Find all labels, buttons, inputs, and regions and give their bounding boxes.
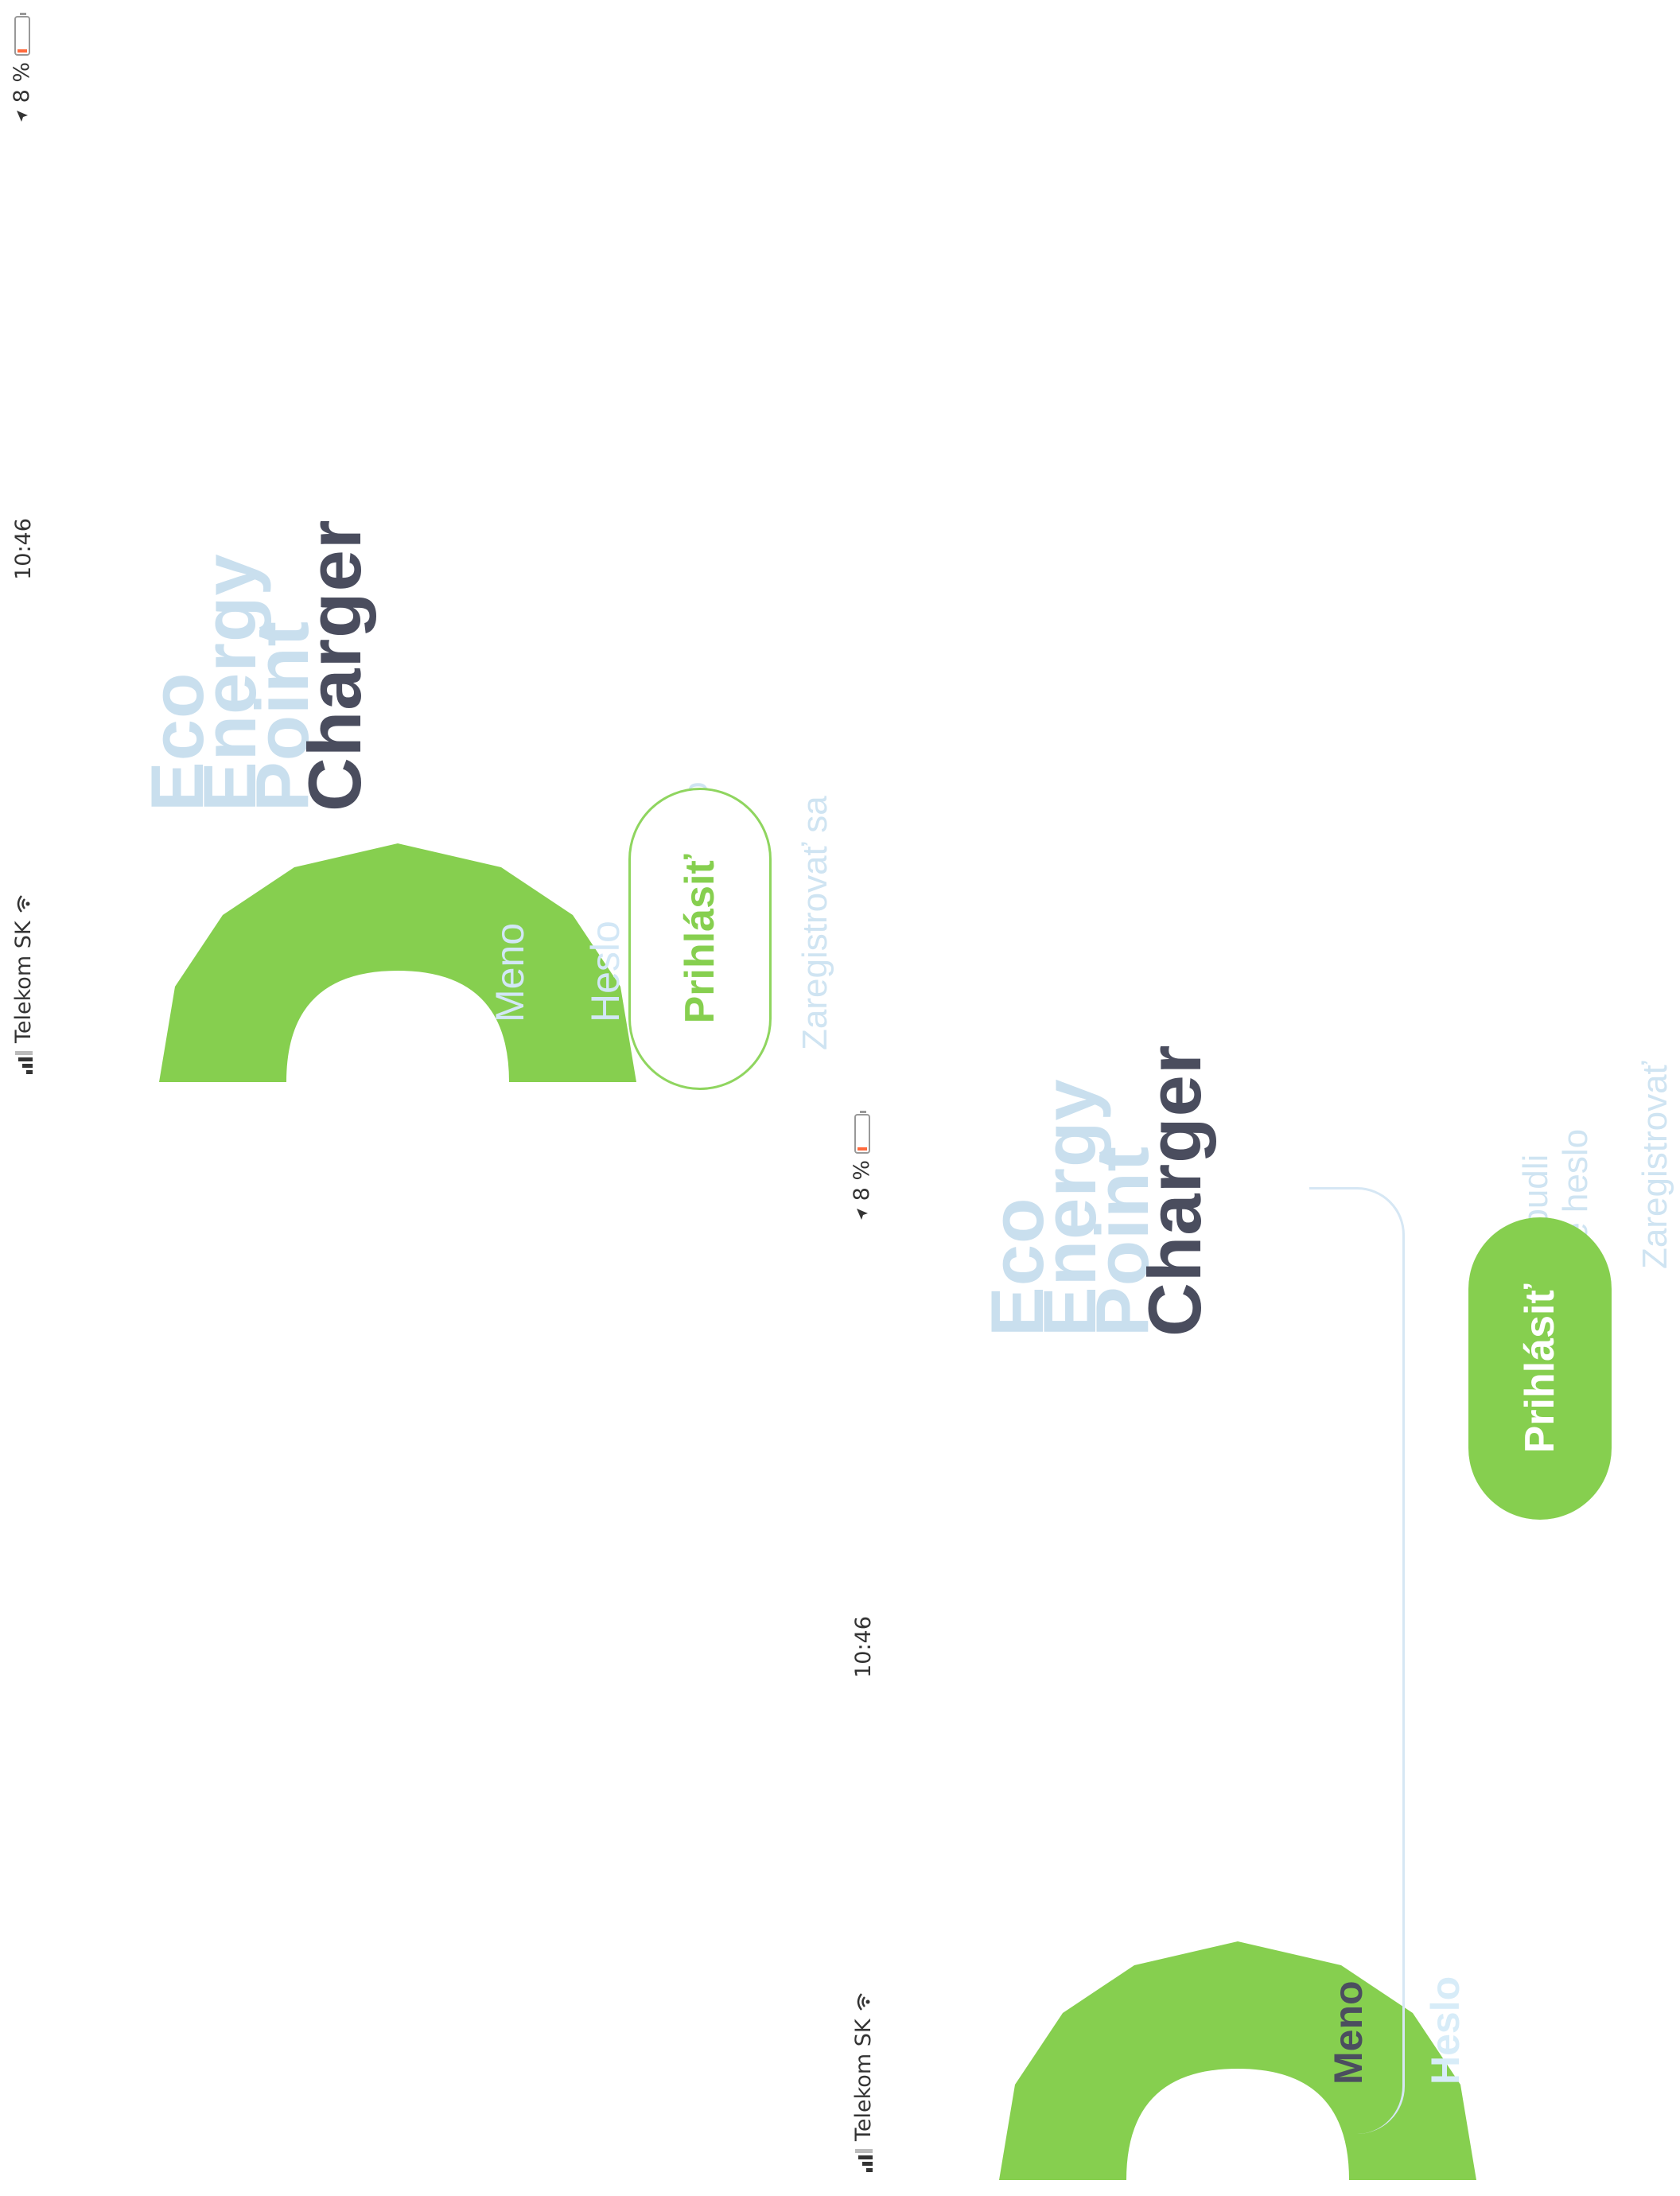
login-button[interactable]: Prihlásiť — [1468, 1217, 1612, 1520]
login-screen-default: Telekom SK 10:46 8 % Eco Energy Point Ch… — [0, 0, 840, 1098]
brand-title: Eco Energy Point Charger — [975, 1044, 1216, 1337]
status-time: 10:46 — [851, 1616, 876, 1678]
battery-percent: 8 % — [10, 62, 34, 103]
password-field[interactable]: Heslo — [582, 921, 628, 1022]
register-link[interactable]: Zaregistrovať sa — [795, 796, 835, 1050]
logo-ring-icon — [159, 843, 636, 1082]
status-time: 10:46 — [11, 518, 36, 580]
status-right: 8 % — [10, 16, 34, 123]
location-arrow-icon — [856, 1209, 868, 1221]
brand-charger: Charger — [1133, 1044, 1216, 1337]
location-arrow-icon — [16, 111, 28, 123]
login-button[interactable]: Prihlásiť — [628, 788, 772, 1090]
logo-ring-icon — [999, 1941, 1476, 2180]
brand-title: Eco Energy Point Charger — [135, 519, 376, 812]
username-field[interactable]: Meno — [487, 923, 533, 1022]
battery-icon — [14, 16, 30, 56]
register-link[interactable]: Zaregistrovať sa — [1635, 1061, 1680, 1269]
brand-charger: Charger — [293, 519, 376, 812]
login-screen-focused: Telekom SK 10:46 8 % Eco Energy Point Ch… — [840, 1045, 1680, 2196]
status-bar: Telekom SK 10:46 8 % — [0, 0, 45, 1098]
username-field[interactable]: Meno — [1325, 1980, 1371, 2085]
status-bar: Telekom SK 10:46 8 % — [840, 1098, 885, 2196]
battery-percent: 8 % — [850, 1160, 874, 1201]
password-field[interactable]: Heslo — [1422, 1976, 1468, 2085]
battery-icon — [854, 1114, 870, 1154]
status-right: 8 % — [850, 1114, 874, 1221]
